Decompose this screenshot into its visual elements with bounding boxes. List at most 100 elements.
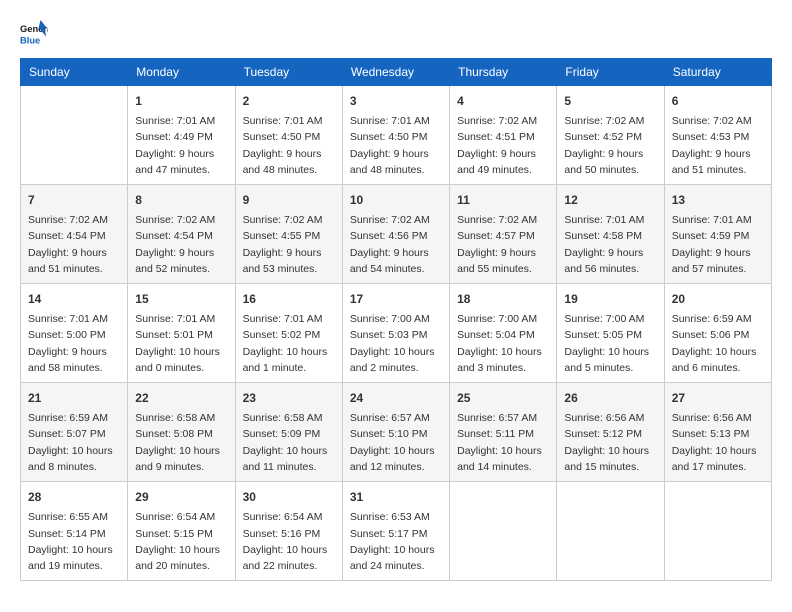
- calendar-cell: 8 Sunrise: 7:02 AMSunset: 4:54 PMDaylight…: [128, 185, 235, 284]
- day-number: 17: [350, 290, 442, 308]
- day-info: Sunrise: 6:59 AMSunset: 5:07 PMDaylight:…: [28, 410, 120, 475]
- calendar-cell: 4 Sunrise: 7:02 AMSunset: 4:51 PMDaylight…: [450, 86, 557, 185]
- day-number: 31: [350, 488, 442, 506]
- calendar-cell: 15 Sunrise: 7:01 AMSunset: 5:01 PMDayligh…: [128, 284, 235, 383]
- logo: GeneralBlue: [20, 20, 48, 48]
- calendar-cell: 26 Sunrise: 6:56 AMSunset: 5:12 PMDayligh…: [557, 383, 664, 482]
- calendar-cell: 10 Sunrise: 7:02 AMSunset: 4:56 PMDayligh…: [342, 185, 449, 284]
- day-number: 5: [564, 92, 656, 110]
- calendar-week-2: 7Sunrise: 7:02 AMSunset: 4:54 PMDaylight…: [21, 185, 772, 284]
- day-number: 23: [243, 389, 335, 407]
- day-info: Sunrise: 7:01 AMSunset: 4:50 PMDaylight:…: [243, 113, 335, 178]
- page-header: GeneralBlue: [20, 20, 772, 48]
- calendar-cell: 23 Sunrise: 6:58 AMSunset: 5:09 PMDayligh…: [235, 383, 342, 482]
- day-info: Sunrise: 7:01 AMSunset: 5:00 PMDaylight:…: [28, 311, 120, 376]
- calendar-cell: [664, 482, 771, 581]
- weekday-header-friday: Friday: [557, 59, 664, 86]
- day-info: Sunrise: 6:56 AMSunset: 5:13 PMDaylight:…: [672, 410, 764, 475]
- day-info: Sunrise: 6:58 AMSunset: 5:08 PMDaylight:…: [135, 410, 227, 475]
- day-number: 24: [350, 389, 442, 407]
- day-number: 18: [457, 290, 549, 308]
- weekday-header-monday: Monday: [128, 59, 235, 86]
- day-number: 15: [135, 290, 227, 308]
- calendar-cell: 1 Sunrise: 7:01 AMSunset: 4:49 PMDaylight…: [128, 86, 235, 185]
- day-info: Sunrise: 7:02 AMSunset: 4:56 PMDaylight:…: [350, 212, 442, 277]
- calendar-cell: [450, 482, 557, 581]
- calendar-cell: 29Sunrise: 6:54 AMSunset: 5:15 PMDayligh…: [128, 482, 235, 581]
- day-number: 10: [350, 191, 442, 209]
- calendar-cell: 24 Sunrise: 6:57 AMSunset: 5:10 PMDayligh…: [342, 383, 449, 482]
- weekday-header-saturday: Saturday: [664, 59, 771, 86]
- day-info: Sunrise: 6:57 AMSunset: 5:11 PMDaylight:…: [457, 410, 549, 475]
- calendar-cell: 22 Sunrise: 6:58 AMSunset: 5:08 PMDayligh…: [128, 383, 235, 482]
- weekday-header-thursday: Thursday: [450, 59, 557, 86]
- day-info: Sunrise: 7:02 AMSunset: 4:52 PMDaylight:…: [564, 113, 656, 178]
- day-info: Sunrise: 7:01 AMSunset: 4:50 PMDaylight:…: [350, 113, 442, 178]
- calendar-cell: 17 Sunrise: 7:00 AMSunset: 5:03 PMDayligh…: [342, 284, 449, 383]
- calendar-cell: 31Sunrise: 6:53 AMSunset: 5:17 PMDayligh…: [342, 482, 449, 581]
- day-info: Sunrise: 6:54 AMSunset: 5:15 PMDaylight:…: [135, 509, 227, 574]
- day-number: 4: [457, 92, 549, 110]
- day-info: Sunrise: 6:58 AMSunset: 5:09 PMDaylight:…: [243, 410, 335, 475]
- calendar-header: SundayMondayTuesdayWednesdayThursdayFrid…: [21, 59, 772, 86]
- day-number: 21: [28, 389, 120, 407]
- calendar-cell: 20Sunrise: 6:59 AMSunset: 5:06 PMDayligh…: [664, 284, 771, 383]
- calendar-cell: 12 Sunrise: 7:01 AMSunset: 4:58 PMDayligh…: [557, 185, 664, 284]
- calendar-cell: 2 Sunrise: 7:01 AMSunset: 4:50 PMDaylight…: [235, 86, 342, 185]
- logo-icon: GeneralBlue: [20, 20, 48, 48]
- calendar-week-1: 1 Sunrise: 7:01 AMSunset: 4:49 PMDaylight…: [21, 86, 772, 185]
- calendar-cell: 19 Sunrise: 7:00 AMSunset: 5:05 PMDayligh…: [557, 284, 664, 383]
- calendar-cell: [557, 482, 664, 581]
- day-number: 14: [28, 290, 120, 308]
- day-number: 30: [243, 488, 335, 506]
- day-number: 1: [135, 92, 227, 110]
- weekday-header-wednesday: Wednesday: [342, 59, 449, 86]
- day-number: 2: [243, 92, 335, 110]
- day-number: 12: [564, 191, 656, 209]
- day-info: Sunrise: 7:01 AMSunset: 4:58 PMDaylight:…: [564, 212, 656, 277]
- day-number: 19: [564, 290, 656, 308]
- day-info: Sunrise: 7:02 AMSunset: 4:54 PMDaylight:…: [135, 212, 227, 277]
- day-info: Sunrise: 7:01 AMSunset: 5:02 PMDaylight:…: [243, 311, 335, 376]
- day-number: 26: [564, 389, 656, 407]
- day-info: Sunrise: 7:01 AMSunset: 4:59 PMDaylight:…: [672, 212, 764, 277]
- day-info: Sunrise: 7:02 AMSunset: 4:51 PMDaylight:…: [457, 113, 549, 178]
- day-number: 22: [135, 389, 227, 407]
- day-info: Sunrise: 7:00 AMSunset: 5:04 PMDaylight:…: [457, 311, 549, 376]
- calendar-cell: 16 Sunrise: 7:01 AMSunset: 5:02 PMDayligh…: [235, 284, 342, 383]
- day-info: Sunrise: 7:00 AMSunset: 5:03 PMDaylight:…: [350, 311, 442, 376]
- day-info: Sunrise: 7:02 AMSunset: 4:57 PMDaylight:…: [457, 212, 549, 277]
- svg-text:Blue: Blue: [20, 35, 40, 45]
- calendar-week-4: 21 Sunrise: 6:59 AMSunset: 5:07 PMDayligh…: [21, 383, 772, 482]
- day-info: Sunrise: 7:02 AMSunset: 4:54 PMDaylight:…: [28, 212, 120, 277]
- day-info: Sunrise: 7:01 AMSunset: 4:49 PMDaylight:…: [135, 113, 227, 178]
- day-info: Sunrise: 7:01 AMSunset: 5:01 PMDaylight:…: [135, 311, 227, 376]
- day-info: Sunrise: 6:56 AMSunset: 5:12 PMDaylight:…: [564, 410, 656, 475]
- calendar-cell: 28 Sunrise: 6:55 AMSunset: 5:14 PMDayligh…: [21, 482, 128, 581]
- day-info: Sunrise: 7:00 AMSunset: 5:05 PMDaylight:…: [564, 311, 656, 376]
- day-number: 11: [457, 191, 549, 209]
- day-info: Sunrise: 7:02 AMSunset: 4:53 PMDaylight:…: [672, 113, 764, 178]
- calendar-cell: 18 Sunrise: 7:00 AMSunset: 5:04 PMDayligh…: [450, 284, 557, 383]
- calendar-cell: 13Sunrise: 7:01 AMSunset: 4:59 PMDayligh…: [664, 185, 771, 284]
- calendar-cell: 5 Sunrise: 7:02 AMSunset: 4:52 PMDaylight…: [557, 86, 664, 185]
- calendar-cell: 14 Sunrise: 7:01 AMSunset: 5:00 PMDayligh…: [21, 284, 128, 383]
- day-info: Sunrise: 6:57 AMSunset: 5:10 PMDaylight:…: [350, 410, 442, 475]
- weekday-header-sunday: Sunday: [21, 59, 128, 86]
- calendar-cell: [21, 86, 128, 185]
- day-number: 3: [350, 92, 442, 110]
- calendar-cell: 7Sunrise: 7:02 AMSunset: 4:54 PMDaylight…: [21, 185, 128, 284]
- day-number: 8: [135, 191, 227, 209]
- calendar-cell: 6Sunrise: 7:02 AMSunset: 4:53 PMDaylight…: [664, 86, 771, 185]
- day-info: Sunrise: 6:59 AMSunset: 5:06 PMDaylight:…: [672, 311, 764, 376]
- day-number: 16: [243, 290, 335, 308]
- calendar-cell: 11 Sunrise: 7:02 AMSunset: 4:57 PMDayligh…: [450, 185, 557, 284]
- calendar-cell: 9Sunrise: 7:02 AMSunset: 4:55 PMDaylight…: [235, 185, 342, 284]
- calendar-cell: 25Sunrise: 6:57 AMSunset: 5:11 PMDayligh…: [450, 383, 557, 482]
- calendar-cell: 27Sunrise: 6:56 AMSunset: 5:13 PMDayligh…: [664, 383, 771, 482]
- calendar-table: SundayMondayTuesdayWednesdayThursdayFrid…: [20, 58, 772, 581]
- weekday-header-tuesday: Tuesday: [235, 59, 342, 86]
- day-info: Sunrise: 6:55 AMSunset: 5:14 PMDaylight:…: [28, 509, 120, 574]
- calendar-week-3: 14 Sunrise: 7:01 AMSunset: 5:00 PMDayligh…: [21, 284, 772, 383]
- day-number: 28: [28, 488, 120, 506]
